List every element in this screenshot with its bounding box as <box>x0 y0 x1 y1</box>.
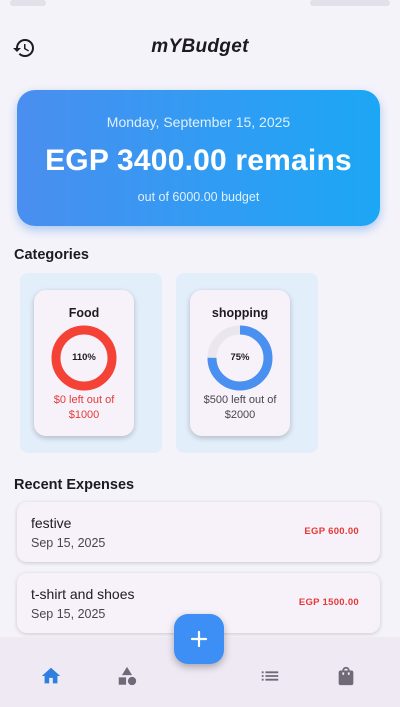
list-icon[interactable] <box>259 665 281 687</box>
status-bar-left <box>10 0 46 6</box>
expense-name: t-shirt and shoes <box>31 586 135 602</box>
shopping-bag-icon[interactable] <box>335 665 357 687</box>
category-tile-shopping: shopping 75% $500 left out of $2000 <box>176 273 318 453</box>
remaining-amount: EGP 3400.00 remains <box>45 144 352 177</box>
category-name: shopping <box>211 306 269 320</box>
category-name: Food <box>68 306 100 320</box>
budget-total: out of 6000.00 budget <box>137 190 260 204</box>
recent-expenses-heading: Recent Expenses <box>14 477 135 493</box>
status-bar-right <box>310 0 390 6</box>
expense-date: Sep 15, 2025 <box>31 536 106 550</box>
category-card[interactable]: shopping 75% $500 left out of $2000 <box>190 290 290 436</box>
category-percent: 110% <box>72 352 96 363</box>
app-title: mYBudget <box>151 36 249 57</box>
expense-item[interactable]: festive Sep 15, 2025 EGP 600.00 <box>17 502 380 562</box>
summary-date: Monday, September 15, 2025 <box>106 114 291 130</box>
category-percent: 75% <box>230 352 250 363</box>
category-remaining: $500 left out of $2000 <box>203 394 277 421</box>
expense-name: festive <box>31 515 72 531</box>
app-bar: mYBudget <box>0 24 400 70</box>
budget-summary-card: Monday, September 15, 2025 EGP 3400.00 r… <box>17 90 380 226</box>
expense-amount: EGP 600.00 <box>304 526 359 537</box>
categories-heading: Categories <box>14 247 89 263</box>
category-card[interactable]: Food 110% $0 left out of $1000 <box>34 290 134 436</box>
category-remaining: $0 left out of $1000 <box>53 394 115 421</box>
expense-amount: EGP 1500.00 <box>298 597 359 608</box>
add-icon <box>190 630 208 648</box>
category-tile-food: Food 110% $0 left out of $1000 <box>20 273 162 453</box>
status-bar <box>0 0 400 14</box>
category-icon[interactable] <box>116 665 138 687</box>
home-icon[interactable] <box>40 665 62 687</box>
expense-date: Sep 15, 2025 <box>31 607 106 621</box>
add-expense-button[interactable] <box>174 614 224 664</box>
